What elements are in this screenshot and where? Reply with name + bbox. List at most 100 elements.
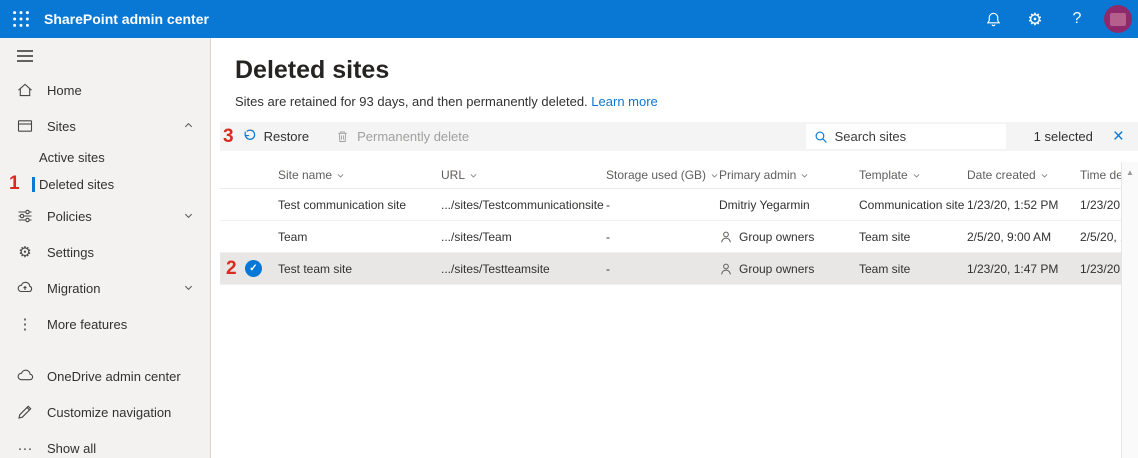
page-title: Deleted sites xyxy=(235,56,1138,85)
sort-chevron-icon xyxy=(912,171,921,180)
nav-section-gap xyxy=(0,342,210,358)
home-icon xyxy=(16,81,34,99)
account-avatar[interactable] xyxy=(1104,5,1132,33)
top-app-bar: SharePoint admin center ⚙ ? xyxy=(0,0,1138,38)
cell-template: Communication site xyxy=(859,198,967,212)
app-launcher-waffle-icon[interactable] xyxy=(0,0,42,38)
hamburger-menu-icon[interactable] xyxy=(0,38,210,65)
cell-template: Team site xyxy=(859,230,967,244)
scroll-up-arrow-icon[interactable]: ▲ xyxy=(1126,168,1134,458)
person-icon xyxy=(719,262,733,276)
column-header-date-created[interactable]: Date created xyxy=(967,168,1080,182)
sidebar-item-policies[interactable]: Policies xyxy=(0,198,210,234)
column-header-primary-admin[interactable]: Primary admin xyxy=(719,168,859,182)
sidebar-item-label: Home xyxy=(47,83,82,98)
person-icon xyxy=(719,230,733,244)
annotation-step-1: 1 xyxy=(9,173,20,195)
sort-chevron-icon xyxy=(469,171,478,180)
chevron-down-icon xyxy=(183,281,194,296)
sidebar-item-migration[interactable]: Migration xyxy=(0,270,210,306)
sidebar-item-label: Deleted sites xyxy=(39,177,114,192)
cell-site-name: Test team site xyxy=(278,262,441,276)
sidebar-item-label: Customize navigation xyxy=(47,405,171,420)
settings-gear-icon: ⚙ xyxy=(16,243,34,261)
cell-storage: - xyxy=(606,262,719,276)
column-header-site-name[interactable]: Site name xyxy=(278,168,441,182)
sort-chevron-icon xyxy=(336,171,345,180)
cell-storage: - xyxy=(606,198,719,212)
migration-cloud-icon xyxy=(16,279,34,297)
annotation-step-3: 3 xyxy=(223,126,234,148)
search-box xyxy=(806,124,1006,149)
cell-url: .../sites/Team xyxy=(441,230,606,244)
sidebar-item-settings[interactable]: ⚙ Settings xyxy=(0,234,210,270)
chevron-down-icon xyxy=(183,209,194,224)
sidebar-item-show-all[interactable]: ··· Show all xyxy=(0,430,210,458)
restore-button[interactable]: Restore xyxy=(242,129,310,144)
retention-text: Sites are retained for 93 days, and then… xyxy=(235,94,588,109)
sidebar-item-deleted-sites[interactable]: 1 Deleted sites xyxy=(0,171,210,198)
sidebar-item-customize-navigation[interactable]: Customize navigation xyxy=(0,394,210,430)
cell-time-deleted: 2/5/20, 1 xyxy=(1080,230,1121,244)
command-toolbar: 3 Restore Permanently delete 1 selected … xyxy=(220,122,1138,151)
clear-selection-icon[interactable]: × xyxy=(1113,127,1124,146)
cell-primary-admin: Dmitriy Yegarmin xyxy=(719,198,859,212)
selected-indicator-bar xyxy=(32,177,35,192)
vertical-dots-icon: ⋮ xyxy=(16,315,34,333)
permanently-delete-button[interactable]: Permanently delete xyxy=(335,129,469,144)
permanently-delete-label: Permanently delete xyxy=(357,129,469,144)
sort-chevron-icon xyxy=(1040,171,1049,180)
restore-label: Restore xyxy=(264,129,310,144)
column-header-template[interactable]: Template xyxy=(859,168,967,182)
search-input[interactable] xyxy=(835,129,998,144)
deleted-sites-table: Site name URL Storage used (GB) Primary … xyxy=(220,162,1121,285)
sidebar-item-sites[interactable]: Sites xyxy=(0,108,210,144)
sidebar-item-label: Settings xyxy=(47,245,94,260)
cell-site-name: Team xyxy=(278,230,441,244)
learn-more-link[interactable]: Learn more xyxy=(591,94,657,109)
selected-count-badge: 1 selected xyxy=(1034,129,1093,144)
left-nav-sidebar: Home Sites Active sites 1 Deleted sites xyxy=(0,38,211,458)
cell-date-created: 2/5/20, 9:00 AM xyxy=(967,230,1080,244)
chevron-up-icon xyxy=(183,119,194,134)
vertical-scrollbar[interactable]: ▲ xyxy=(1121,162,1138,458)
cell-primary-admin: Group owners xyxy=(719,230,859,244)
cell-url: .../sites/Testcommunicationsite xyxy=(441,198,606,212)
sidebar-item-home[interactable]: Home xyxy=(0,72,210,108)
policies-sliders-icon xyxy=(16,207,34,225)
table-row[interactable]: Team .../sites/Team - Group owners Team … xyxy=(220,221,1121,253)
cell-date-created: 1/23/20, 1:52 PM xyxy=(967,198,1080,212)
column-header-url[interactable]: URL xyxy=(441,168,606,182)
cell-template: Team site xyxy=(859,262,967,276)
topbar-actions: ⚙ ? xyxy=(976,0,1138,38)
sites-icon xyxy=(16,117,34,135)
sidebar-item-label: Policies xyxy=(47,209,92,224)
sidebar-item-onedrive-admin-center[interactable]: OneDrive admin center xyxy=(0,358,210,394)
annotation-step-2: 2 xyxy=(226,258,237,280)
sidebar-item-label: Active sites xyxy=(39,150,105,165)
gear-icon[interactable]: ⚙ xyxy=(1018,0,1052,38)
sidebar-item-label: Migration xyxy=(47,281,100,296)
sidebar-item-label: Sites xyxy=(47,119,76,134)
sidebar-item-active-sites[interactable]: Active sites xyxy=(0,144,210,171)
cell-storage: - xyxy=(606,230,719,244)
table-row[interactable]: Test communication site .../sites/Testco… xyxy=(220,189,1121,221)
bell-icon[interactable] xyxy=(976,0,1010,38)
row-checkbox-cell[interactable]: ✓ xyxy=(238,260,278,277)
undo-arrow-icon xyxy=(242,129,257,144)
cell-date-created: 1/23/20, 1:47 PM xyxy=(967,262,1080,276)
cell-time-deleted: 1/23/20, xyxy=(1080,198,1121,212)
app-title: SharePoint admin center xyxy=(44,11,209,27)
help-icon[interactable]: ? xyxy=(1060,0,1094,38)
sidebar-nav: Home Sites Active sites 1 Deleted sites xyxy=(0,72,210,458)
column-header-storage[interactable]: Storage used (GB) xyxy=(606,168,719,182)
cell-time-deleted: 1/23/20, xyxy=(1080,262,1121,276)
selected-check-icon[interactable]: ✓ xyxy=(245,260,262,277)
sort-chevron-icon xyxy=(800,171,809,180)
table-row-selected[interactable]: 2 ✓ Test team site .../sites/Testteamsit… xyxy=(220,253,1121,285)
column-header-time-deleted[interactable]: Time deleted xyxy=(1080,168,1121,182)
sidebar-item-label: More features xyxy=(47,317,127,332)
sharepoint-admin-screen: SharePoint admin center ⚙ ? Home Sites xyxy=(0,0,1138,458)
avatar-photo xyxy=(1110,13,1126,26)
sidebar-item-more-features[interactable]: ⋮ More features xyxy=(0,306,210,342)
